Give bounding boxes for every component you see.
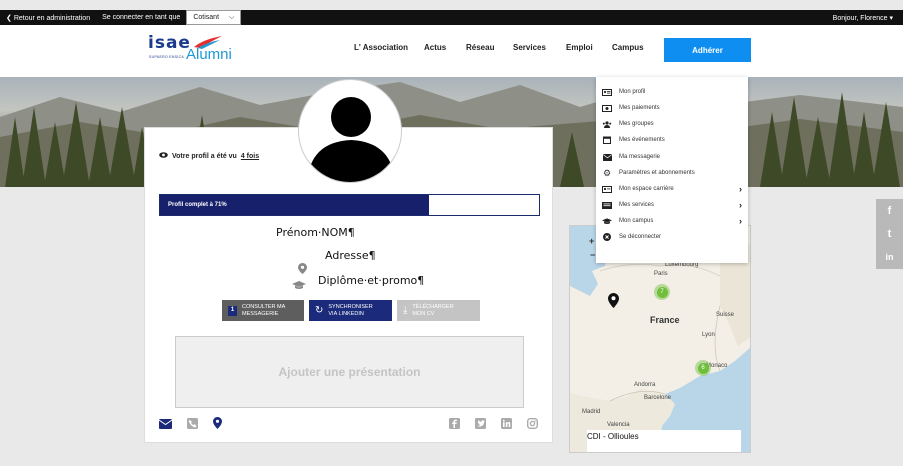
profile-name: Prénom·NOM¶ bbox=[276, 226, 355, 239]
map-label-suisse: Suisse bbox=[716, 312, 735, 318]
nav-item-actus[interactable]: Actus bbox=[424, 43, 446, 52]
calendar-icon bbox=[602, 136, 612, 144]
map-label-lyon: Lyon bbox=[702, 332, 715, 338]
logout-icon bbox=[602, 233, 612, 241]
chevron-right-icon: › bbox=[739, 200, 742, 210]
map-cluster-south[interactable]: 6 bbox=[695, 360, 711, 376]
admin-topbar: ❮ Retour en administration Se connecter … bbox=[0, 10, 903, 25]
share-twitter-icon[interactable]: t bbox=[876, 222, 903, 245]
map-pin-icon[interactable] bbox=[608, 293, 619, 313]
map-caption: CDI - Ollioules bbox=[587, 432, 639, 441]
dropdown-item-espace-carriere[interactable]: Mon espace carrière › bbox=[602, 183, 742, 195]
chevron-right-icon: › bbox=[739, 184, 742, 194]
dropdown-item-mes-services[interactable]: Mes services › bbox=[602, 199, 742, 211]
chevron-left-icon: ❮ bbox=[6, 14, 12, 22]
profile-completion-fill: Profil complet à 71% bbox=[160, 195, 430, 215]
download-cv-button[interactable]: ⤓ TÉLÉCHARGER MON CV bbox=[397, 300, 480, 321]
profile-address: Adresse¶ bbox=[325, 249, 376, 262]
user-greeting-menu[interactable]: Bonjour, Florence ▾ bbox=[833, 14, 903, 22]
main-navigation: isae SUPAERO ENSICA Alumni L' Associatio… bbox=[0, 25, 903, 77]
map-label-france: France bbox=[650, 315, 680, 325]
linkedin-icon[interactable] bbox=[501, 416, 512, 434]
back-to-admin-link[interactable]: ❮ Retour en administration bbox=[0, 14, 96, 22]
logo-sub-text: SUPAERO ENSICA bbox=[149, 55, 185, 59]
id-card-icon bbox=[602, 88, 612, 96]
profile-views: Votre profil a été vu 4 fois bbox=[159, 152, 259, 160]
dropdown-item-mes-groupes[interactable]: Mes groupes bbox=[602, 118, 742, 130]
adherer-button[interactable]: Adhérer bbox=[664, 38, 751, 62]
money-icon bbox=[602, 104, 612, 112]
nav-item-campus[interactable]: Campus bbox=[612, 43, 644, 52]
map-label-andorra: Andorra bbox=[634, 382, 656, 388]
profile-diploma: Diplôme·et·promo¶ bbox=[318, 274, 425, 287]
chevron-right-icon: › bbox=[739, 216, 742, 226]
dropdown-item-parametres[interactable]: ⚙ Paramètres et abonnements bbox=[602, 167, 742, 179]
envelope-icon[interactable] bbox=[158, 416, 173, 434]
map-zoom-in-button[interactable]: + bbox=[589, 236, 594, 246]
download-icon: ⤓ bbox=[403, 304, 408, 316]
share-linkedin-icon[interactable]: in bbox=[876, 245, 903, 268]
dropdown-item-ma-messagerie[interactable]: Ma messagerie bbox=[602, 151, 742, 163]
role-select[interactable]: Cotisant ⌵ bbox=[186, 10, 242, 25]
location-icon[interactable] bbox=[213, 416, 222, 434]
services-icon bbox=[602, 201, 612, 209]
views-count-link[interactable]: 4 fois bbox=[241, 153, 259, 160]
caret-down-icon: ▾ bbox=[889, 14, 893, 22]
sync-linkedin-button[interactable]: ↻ SYNCHRONISER VIA LINKEDIN bbox=[309, 300, 392, 321]
dropdown-item-mes-evenements[interactable]: Mes événements bbox=[602, 134, 742, 146]
social-share-sidebar: f t in bbox=[876, 199, 903, 269]
users-icon bbox=[602, 120, 612, 128]
facebook-icon[interactable] bbox=[449, 416, 460, 434]
message-count-badge: 1 bbox=[228, 305, 237, 316]
map-label-barcelona: Barcelone bbox=[644, 395, 672, 401]
gear-icon: ⚙ bbox=[602, 167, 612, 178]
dropdown-item-mon-campus[interactable]: Mon campus › bbox=[602, 215, 742, 227]
dropdown-item-mes-paiements[interactable]: Mes paiements bbox=[602, 102, 742, 114]
nav-item-services[interactable]: Services bbox=[513, 43, 546, 52]
briefcase-icon bbox=[602, 185, 612, 193]
graduation-cap-icon bbox=[292, 277, 306, 295]
map-cluster-paris[interactable]: 7 bbox=[654, 284, 670, 300]
instagram-icon[interactable] bbox=[526, 416, 539, 434]
user-dropdown-menu: Mon profil Mes paiements Mes groupes Mes… bbox=[596, 77, 748, 263]
connect-as-label: Se connecter en tant que bbox=[102, 14, 181, 21]
map-label-paris: Paris bbox=[654, 271, 668, 277]
share-facebook-icon[interactable]: f bbox=[876, 199, 903, 222]
profile-avatar[interactable] bbox=[298, 79, 402, 183]
map-caption-box: CDI - Ollioules bbox=[587, 430, 741, 452]
chevron-down-icon: ⌵ bbox=[229, 13, 235, 21]
twitter-icon[interactable] bbox=[475, 416, 486, 434]
graduation-cap-icon bbox=[602, 217, 612, 225]
nav-item-association[interactable]: L' Association bbox=[354, 43, 408, 52]
map-zoom-out-button[interactable]: − bbox=[590, 250, 595, 260]
map-label-valencia: Valencia bbox=[607, 422, 630, 428]
dropdown-item-mon-profil[interactable]: Mon profil bbox=[602, 86, 742, 98]
nav-item-emploi[interactable]: Emploi bbox=[566, 43, 593, 52]
dropdown-item-se-deconnecter[interactable]: Se déconnecter bbox=[602, 231, 742, 243]
profile-completion-bar: Profil complet à 71% bbox=[159, 194, 540, 216]
nav-item-reseau[interactable]: Réseau bbox=[466, 43, 494, 52]
phone-icon[interactable] bbox=[187, 416, 198, 434]
envelope-icon bbox=[602, 153, 612, 161]
eye-icon bbox=[159, 152, 168, 160]
default-avatar-icon bbox=[307, 97, 395, 182]
logo-isae-text: isae bbox=[148, 33, 191, 53]
sync-icon: ↻ bbox=[315, 304, 324, 316]
map-label-madrid: Madrid bbox=[582, 409, 601, 415]
logo-alumni-text: Alumni bbox=[186, 46, 232, 63]
add-presentation-box[interactable]: Ajouter une présentation bbox=[175, 336, 524, 408]
isae-alumni-logo[interactable]: isae SUPAERO ENSICA Alumni bbox=[148, 33, 233, 65]
view-messaging-button[interactable]: 1 CONSULTER MA MESSAGERIE bbox=[222, 300, 304, 321]
